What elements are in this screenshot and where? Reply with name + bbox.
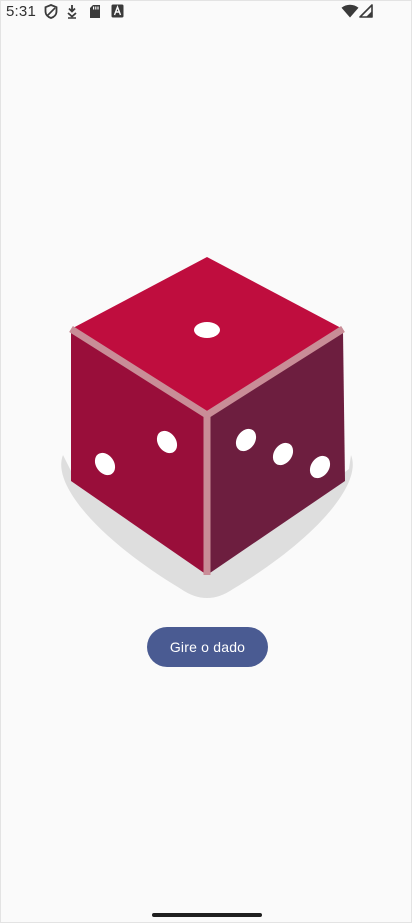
keyboard-a-icon [111, 4, 124, 18]
dice-pip [194, 322, 220, 338]
dice-image [61, 257, 353, 598]
shield-icon [44, 4, 58, 19]
status-bar: 5:31 [1, 1, 411, 23]
roll-dice-button[interactable]: Gire o dado [147, 627, 268, 667]
wifi-icon [341, 4, 359, 18]
sd-card-icon [90, 5, 100, 18]
home-indicator[interactable] [152, 913, 262, 917]
status-time: 5:31 [6, 3, 36, 20]
download-icon [67, 5, 77, 19]
cellular-signal-icon [359, 4, 373, 18]
